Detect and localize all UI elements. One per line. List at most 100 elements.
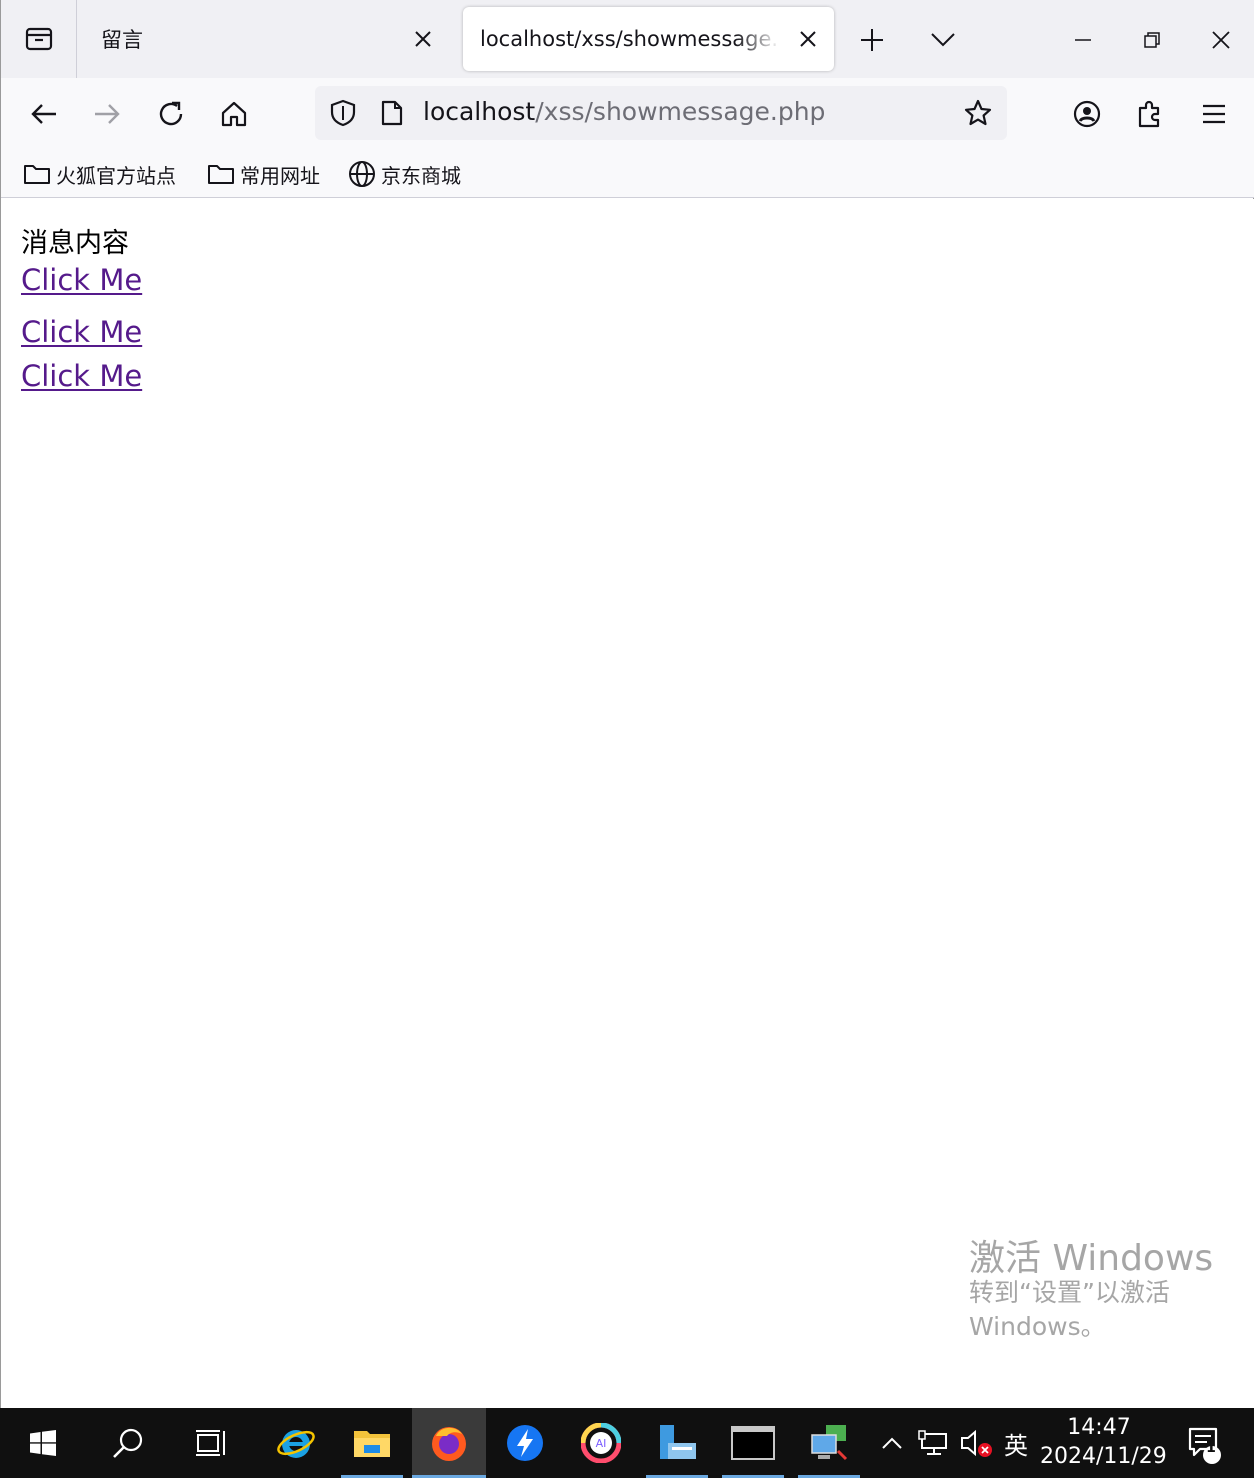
show-hidden-icons-button[interactable] — [876, 1408, 908, 1478]
arrow-left-icon — [31, 104, 56, 124]
restore-button[interactable] — [1130, 18, 1174, 62]
page-info-icon[interactable] — [370, 91, 414, 135]
forward-button[interactable] — [85, 92, 129, 136]
app-menu-button[interactable] — [1192, 92, 1236, 136]
clock-time: 14:47 — [1067, 1415, 1131, 1440]
url-host: localhost — [423, 97, 536, 126]
firefox-view-button[interactable] — [1, 0, 77, 78]
folder-icon — [354, 1431, 390, 1457]
tab-title: 留言 — [101, 28, 143, 52]
taskbar-file-explorer[interactable] — [341, 1408, 403, 1478]
close-window-button[interactable] — [1199, 18, 1243, 62]
account-button[interactable] — [1065, 92, 1109, 136]
bookmark-star-button[interactable] — [956, 91, 1000, 135]
back-button[interactable] — [22, 92, 66, 136]
nav-toolbar: localhost/xss/showmessage.php — [1, 78, 1254, 150]
network-tray-button[interactable] — [914, 1408, 954, 1478]
terminal-icon — [731, 1426, 775, 1460]
bookmark-label: 常用网址 — [240, 163, 320, 188]
chevron-down-icon — [931, 33, 955, 47]
network-icon — [918, 1430, 947, 1455]
puzzle-icon — [1138, 100, 1160, 128]
taskbar-thunder[interactable] — [494, 1408, 556, 1478]
action-center-button[interactable]: 1 — [1172, 1408, 1232, 1478]
internet-explorer-icon — [277, 1430, 315, 1458]
firefox-view-icon — [25, 27, 52, 51]
message-heading: 消息内容 — [21, 228, 129, 259]
notification-count: 1 — [1206, 1440, 1216, 1456]
activate-windows-subtitle: 转到“设置”以激活Windows。 — [969, 1278, 1170, 1341]
tab-close-button[interactable] — [792, 23, 824, 55]
firefox-icon — [432, 1427, 466, 1461]
hamburger-menu-icon — [1203, 104, 1225, 124]
activate-windows-title: 激活 Windows — [969, 1238, 1214, 1279]
list-all-tabs-button[interactable] — [921, 18, 965, 62]
minimize-icon — [1075, 39, 1091, 41]
svg-text:AI: AI — [596, 1437, 607, 1450]
extensions-button[interactable] — [1128, 92, 1172, 136]
reload-button[interactable] — [149, 92, 193, 136]
taskbar-ai-app[interactable]: AI — [570, 1408, 632, 1478]
lightning-app-icon — [507, 1425, 543, 1461]
tracking-protection-icon[interactable] — [321, 91, 365, 135]
bookmarks-toolbar: 火狐官方站点 常用网址 京东商城 — [1, 150, 1254, 198]
folder-icon — [24, 165, 50, 184]
bookmark-folder-common[interactable]: 常用网址 — [207, 159, 320, 189]
taskbar-network-app[interactable] — [798, 1408, 860, 1478]
arrow-right-icon — [95, 104, 120, 124]
home-button[interactable] — [212, 92, 256, 136]
url-text[interactable]: localhost/xss/showmessage.php — [423, 97, 825, 126]
input-language-indicator[interactable]: 英 — [998, 1408, 1034, 1478]
volume-muted-icon — [961, 1429, 992, 1457]
bookmark-label: 京东商城 — [381, 163, 461, 188]
server-manager-icon — [660, 1425, 696, 1459]
url-path: /xss/showmessage.php — [535, 97, 826, 126]
browser-window: 留言 localhost/xss/showmessage.php — [0, 0, 1254, 1408]
click-me-link[interactable]: Click Me — [21, 263, 142, 297]
bookmark-label: 火狐官方站点 — [56, 163, 176, 188]
minimize-button[interactable] — [1061, 18, 1105, 62]
windows-logo-icon — [30, 1430, 56, 1456]
account-icon — [1073, 100, 1101, 128]
folder-icon — [208, 165, 234, 184]
close-icon — [415, 31, 431, 47]
globe-icon — [349, 161, 375, 187]
tab-title: localhost/xss/showmessage.php — [480, 27, 780, 51]
reload-icon — [159, 101, 183, 126]
clock-date: 2024/11/29 — [1040, 1444, 1167, 1469]
search-button[interactable] — [97, 1408, 159, 1478]
ai-assistant-icon: AI — [581, 1423, 621, 1463]
star-icon — [964, 99, 992, 126]
home-icon — [221, 101, 247, 127]
search-icon — [113, 1428, 143, 1458]
tab-strip: 留言 localhost/xss/showmessage.php — [1, 0, 1254, 78]
taskbar-clock[interactable]: 14:47 2024/11/29 — [1040, 1414, 1167, 1472]
bookmark-folder-firefox[interactable]: 火狐官方站点 — [23, 159, 176, 189]
network-computer-icon — [811, 1425, 848, 1461]
taskbar: AI 英 14:47 2024/11/29 1 — [0, 1408, 1254, 1478]
chevron-up-icon — [882, 1437, 902, 1449]
tab-guestbook[interactable]: 留言 — [79, 7, 449, 71]
tab-close-button[interactable] — [407, 23, 439, 55]
task-view-button[interactable] — [181, 1408, 243, 1478]
task-view-icon — [196, 1430, 225, 1456]
url-bar[interactable]: localhost/xss/showmessage.php — [315, 86, 1007, 140]
shield-icon — [330, 99, 356, 127]
close-icon — [1212, 31, 1230, 49]
start-button[interactable] — [12, 1408, 74, 1478]
restore-icon — [1144, 32, 1160, 48]
document-icon — [381, 100, 403, 126]
page-content: 消息内容 Click Me Click Me Click Me 激活 Windo… — [2, 199, 1254, 1408]
tab-showmessage[interactable]: localhost/xss/showmessage.php — [463, 7, 834, 71]
taskbar-command-prompt[interactable] — [722, 1408, 784, 1478]
taskbar-ie[interactable] — [265, 1408, 327, 1478]
volume-tray-button[interactable] — [956, 1408, 996, 1478]
plus-icon — [861, 29, 883, 51]
close-icon — [800, 31, 816, 47]
taskbar-server-manager[interactable] — [646, 1408, 708, 1478]
click-me-link[interactable]: Click Me — [21, 315, 142, 349]
new-tab-button[interactable] — [850, 18, 894, 62]
click-me-link[interactable]: Click Me — [21, 359, 142, 393]
taskbar-firefox[interactable] — [412, 1408, 486, 1478]
bookmark-jd[interactable]: 京东商城 — [348, 159, 461, 189]
